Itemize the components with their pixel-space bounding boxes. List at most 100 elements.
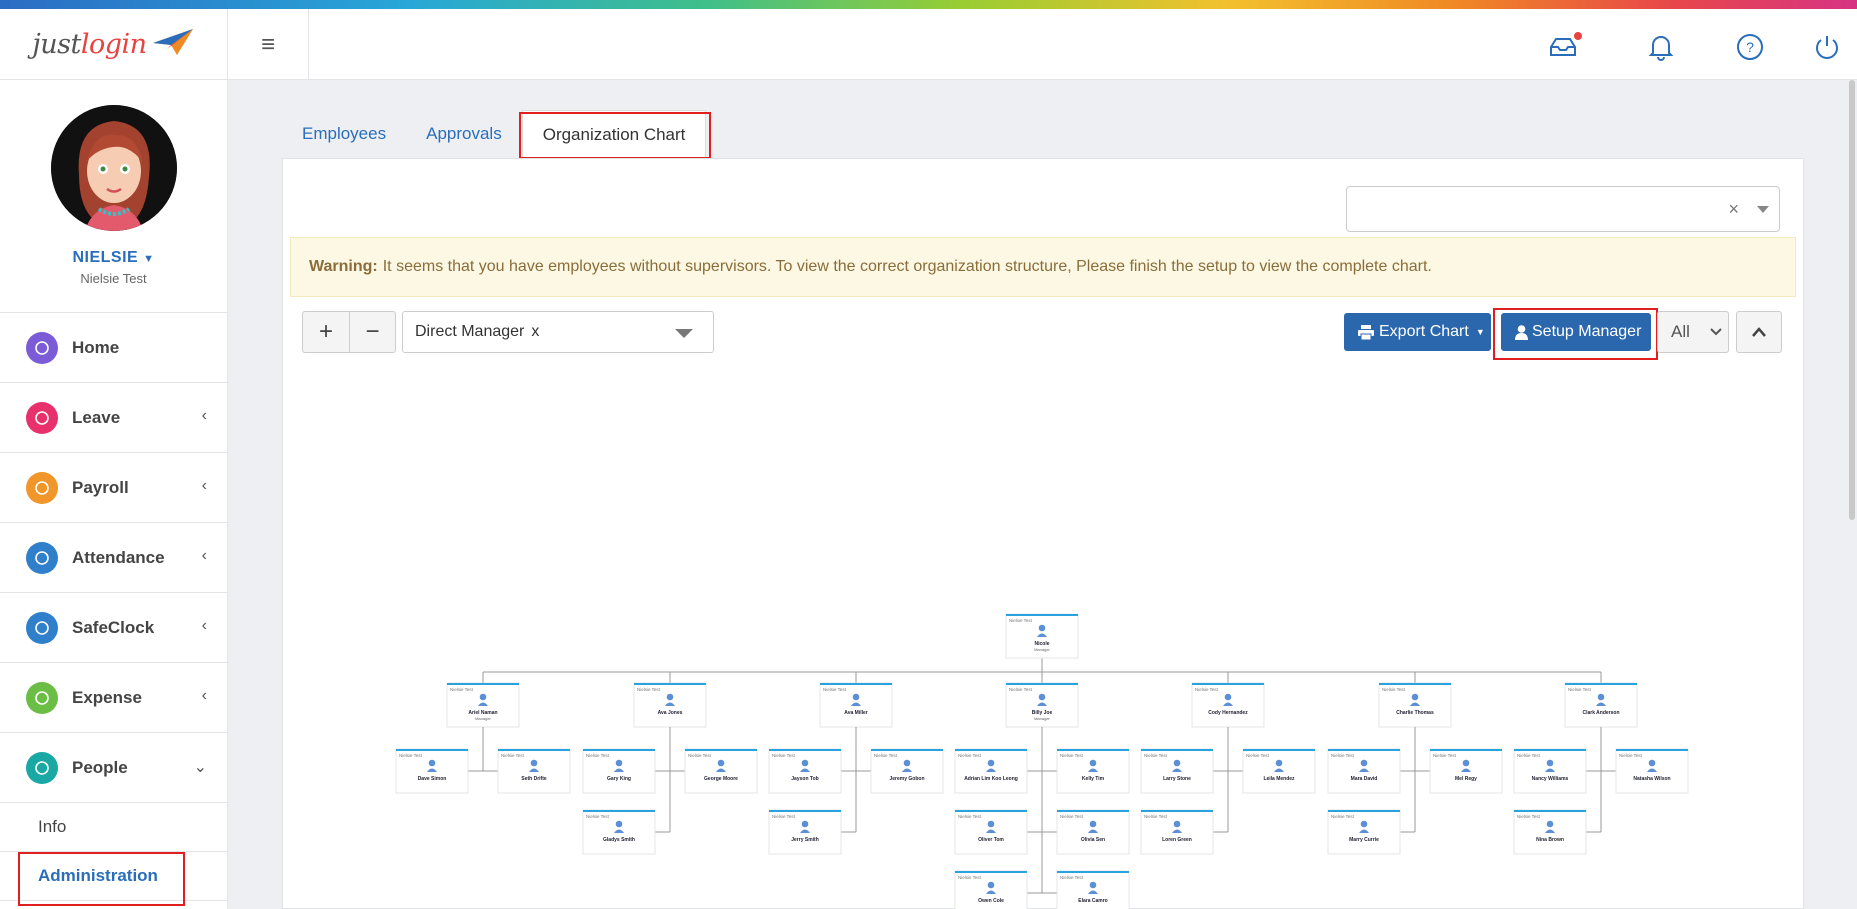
card-header: Nielsie Test — [637, 687, 661, 692]
card-top-border — [1514, 810, 1586, 812]
employee-card[interactable]: Nielsie Test Cody Hernandez — [1191, 682, 1265, 728]
employee-name: Oliver Tom — [978, 837, 1004, 843]
user-icon — [801, 759, 809, 767]
card-top-border — [955, 810, 1027, 812]
card-top-border — [1006, 683, 1078, 685]
employee-card[interactable]: Nielsie Test Elara Camro — [1056, 870, 1130, 909]
employee-title: Manager — [475, 716, 491, 721]
user-icon — [428, 759, 436, 767]
card-header: Nielsie Test — [1517, 753, 1541, 758]
card-header: Nielsie Test — [1060, 875, 1084, 880]
card-top-border — [583, 749, 655, 751]
card-top-border — [396, 749, 468, 751]
employee-card[interactable]: Nielsie Test Larry Stone — [1140, 748, 1214, 794]
user-icon — [530, 759, 538, 767]
employee-card[interactable]: Nielsie Test Gladys Smith — [582, 809, 656, 855]
card-header: Nielsie Test — [1009, 618, 1033, 623]
employee-card[interactable]: Nielsie Test Marry Currie — [1327, 809, 1401, 855]
employee-name: Owen Cole — [978, 898, 1004, 904]
card-top-border — [1430, 749, 1502, 751]
employee-card[interactable]: Nielsie TestNicoleManager — [1005, 613, 1079, 659]
card-top-border — [1006, 614, 1078, 616]
card-top-border — [769, 810, 841, 812]
employee-card[interactable]: Nielsie Test Owen Cole — [954, 870, 1028, 909]
employee-card[interactable]: Nielsie Test Mel Regy — [1429, 748, 1503, 794]
employee-name: Marry Currie — [1349, 837, 1379, 843]
user-icon — [1275, 759, 1283, 767]
employee-card[interactable]: Nielsie Test Kelly Tim — [1056, 748, 1130, 794]
employee-card[interactable]: Nielsie TestBilly JoeManager — [1005, 682, 1079, 728]
employee-card[interactable]: Nielsie Test Mara David — [1327, 748, 1401, 794]
card-header: Nielsie Test — [1568, 687, 1592, 692]
employee-card[interactable]: Nielsie Test Jayson Tob — [768, 748, 842, 794]
user-icon — [1597, 693, 1605, 701]
employee-name: Natasha Wilson — [1633, 776, 1670, 782]
employee-card[interactable]: Nielsie Test Gary King — [582, 748, 656, 794]
employee-card[interactable]: Nielsie TestAriel NamanManager — [446, 682, 520, 728]
card-top-border — [1141, 749, 1213, 751]
employee-name: George Moore — [704, 776, 738, 782]
user-icon — [1411, 693, 1419, 701]
user-icon — [1546, 820, 1554, 828]
card-header: Nielsie Test — [1009, 687, 1033, 692]
card-header: Nielsie Test — [1195, 687, 1219, 692]
card-top-border — [583, 810, 655, 812]
card-header: Nielsie Test — [772, 753, 796, 758]
employee-card[interactable]: Nielsie Test Ava Miller — [819, 682, 893, 728]
card-header: Nielsie Test — [1246, 753, 1270, 758]
employee-name: Charlie Thomas — [1396, 710, 1434, 716]
employee-card[interactable]: Nielsie Test Clark Anderson — [1564, 682, 1638, 728]
card-top-border — [955, 749, 1027, 751]
card-top-border — [1328, 749, 1400, 751]
card-header: Nielsie Test — [1060, 753, 1084, 758]
card-top-border — [1565, 683, 1637, 685]
employee-name: Dave Simon — [418, 776, 447, 782]
card-header: Nielsie Test — [1517, 814, 1541, 819]
employee-card[interactable]: Nielsie Test Adrian Lim Koo Leong — [954, 748, 1028, 794]
employee-card[interactable]: Nielsie Test Jeremy Gobon — [870, 748, 944, 794]
employee-name: Mel Regy — [1455, 776, 1477, 782]
employee-card[interactable]: Nielsie Test Nina Brown — [1513, 809, 1587, 855]
employee-name: Jeremy Gobon — [889, 776, 924, 782]
card-top-border — [1141, 810, 1213, 812]
employee-card[interactable]: Nielsie Test Charlie Thomas — [1378, 682, 1452, 728]
card-top-border — [498, 749, 570, 751]
card-top-border — [769, 749, 841, 751]
employee-card[interactable]: Nielsie Test Dave Simon — [395, 748, 469, 794]
user-icon — [1089, 820, 1097, 828]
employee-name: Kelly Tim — [1082, 776, 1105, 782]
card-top-border — [1057, 810, 1129, 812]
user-icon — [801, 820, 809, 828]
user-icon — [1462, 759, 1470, 767]
user-icon — [717, 759, 725, 767]
employee-name: Adrian Lim Koo Leong — [964, 776, 1018, 782]
scrollbar[interactable] — [1849, 80, 1855, 520]
employee-card[interactable]: Nielsie Test Leila Mendez — [1242, 748, 1316, 794]
user-icon — [1360, 759, 1368, 767]
employee-card[interactable]: Nielsie Test Olivia Sen — [1056, 809, 1130, 855]
card-top-border — [1616, 749, 1688, 751]
user-icon — [666, 693, 674, 701]
user-icon — [987, 759, 995, 767]
card-top-border — [1192, 683, 1264, 685]
employee-card[interactable]: Nielsie Test Ava Jones — [633, 682, 707, 728]
employee-card[interactable]: Nielsie Test Seth Drifte — [497, 748, 571, 794]
employee-card[interactable]: Nielsie Test Oliver Tom — [954, 809, 1028, 855]
employee-name: Larry Stone — [1163, 776, 1191, 782]
employee-card[interactable]: Nielsie Test Nancy Williams — [1513, 748, 1587, 794]
card-header: Nielsie Test — [1331, 753, 1355, 758]
card-header: Nielsie Test — [1060, 814, 1084, 819]
card-top-border — [685, 749, 757, 751]
card-header: Nielsie Test — [823, 687, 847, 692]
employee-card[interactable]: Nielsie Test Natasha Wilson — [1615, 748, 1689, 794]
user-icon — [1173, 759, 1181, 767]
employee-card[interactable]: Nielsie Test Loren Green — [1140, 809, 1214, 855]
card-header: Nielsie Test — [874, 753, 898, 758]
card-header: Nielsie Test — [1433, 753, 1457, 758]
card-header: Nielsie Test — [586, 814, 610, 819]
user-icon — [987, 820, 995, 828]
user-icon — [1173, 820, 1181, 828]
employee-card[interactable]: Nielsie Test Jerry Smith — [768, 809, 842, 855]
org-chart-canvas: Nielsie TestNicoleManager Nielsie TestAri… — [395, 613, 1689, 909]
employee-card[interactable]: Nielsie Test George Moore — [684, 748, 758, 794]
